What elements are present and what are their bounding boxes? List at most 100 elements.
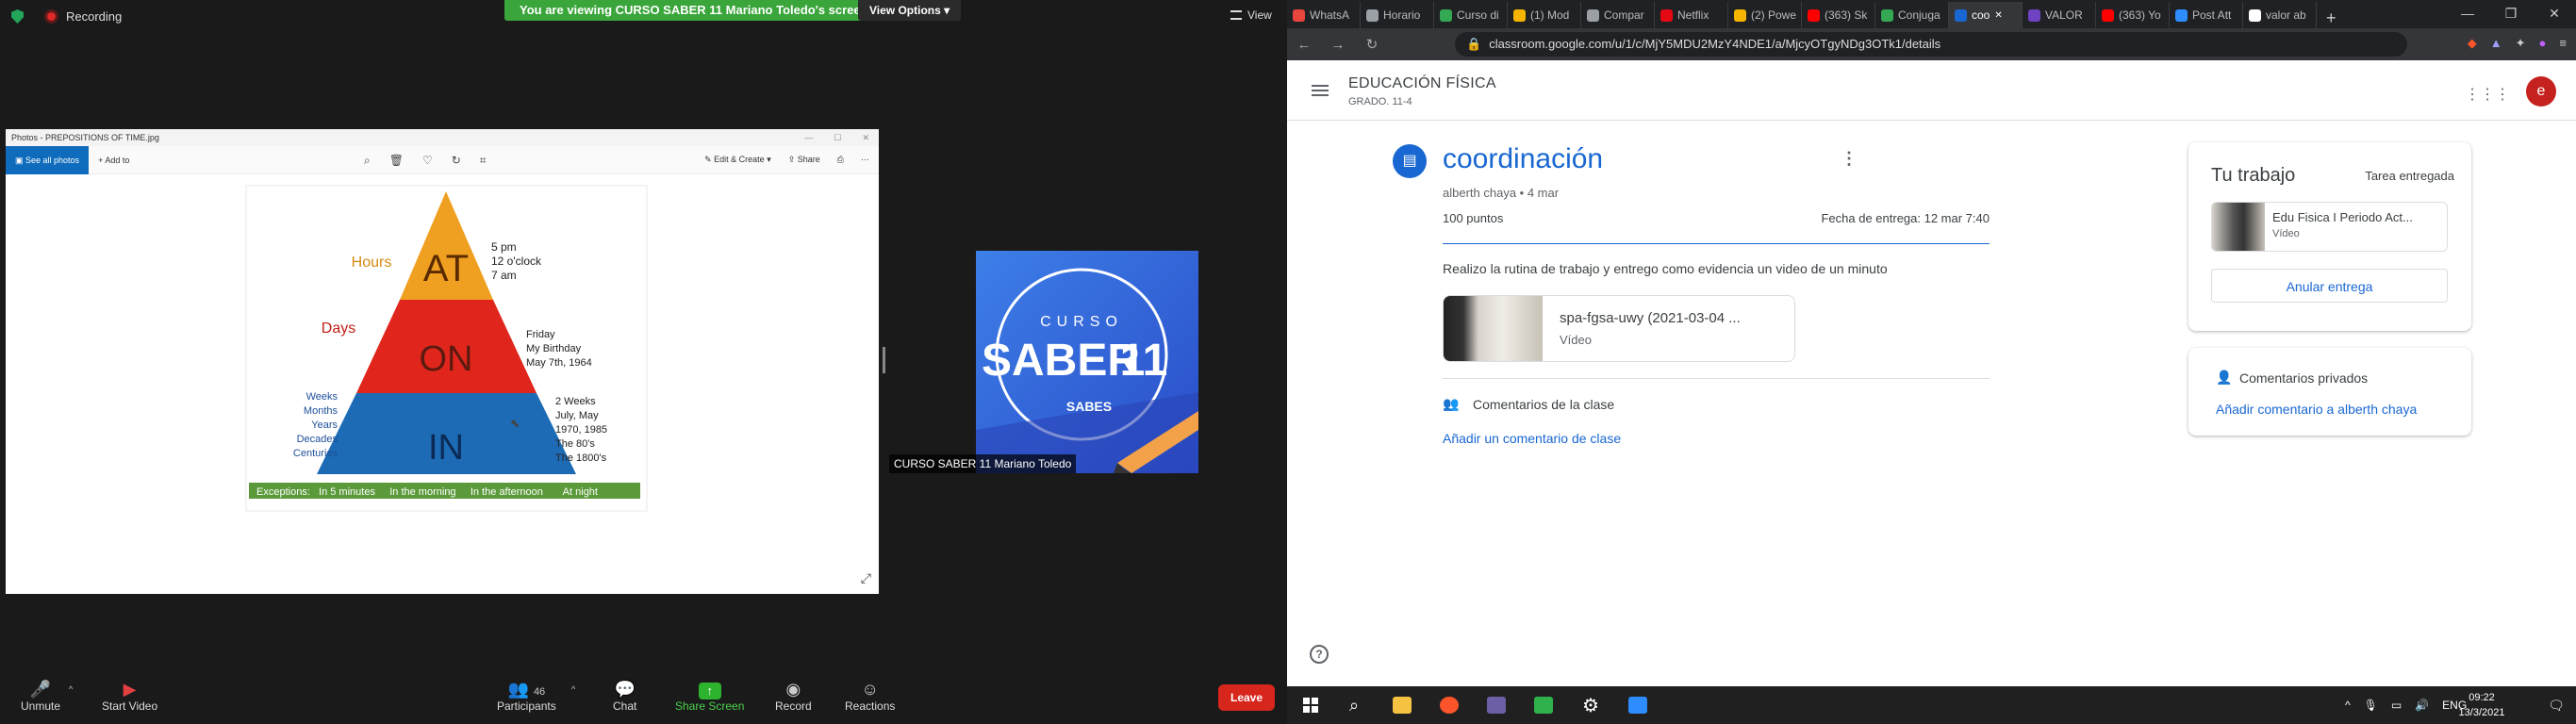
- participants-button[interactable]: 👥 46 Participants: [497, 679, 556, 713]
- browser-tab[interactable]: coo ✕: [1949, 2, 2023, 28]
- photo-toolbar: ▣ See all photos + Add to ⌕ 🗑 ♡ ↻ ⌗ ✎ Ed…: [6, 145, 879, 174]
- splitter-handle[interactable]: [883, 347, 885, 373]
- cursor-icon: ⬉: [510, 417, 520, 430]
- new-tab-button[interactable]: +: [2317, 8, 2346, 28]
- reload-icon[interactable]: ↻: [1355, 36, 1389, 53]
- more-options-icon[interactable]: ⋮: [1841, 149, 1858, 169]
- edit-create-button[interactable]: ✎ Edit & Create ▾: [704, 155, 771, 165]
- record-button[interactable]: ◉ Record: [775, 679, 812, 713]
- add-private-comment-link[interactable]: Añadir comentario a alberth chaya: [2216, 402, 2417, 417]
- attachment-card[interactable]: spa-fgsa-uwy (2021-03-04 ... Vídeo: [1443, 295, 1795, 362]
- see-all-photos-button[interactable]: ▣ See all photos: [6, 145, 90, 174]
- chat-button[interactable]: 💬 Chat: [613, 679, 636, 713]
- hours-label: Hours: [352, 255, 392, 271]
- browser-tab[interactable]: valor ab: [2243, 2, 2317, 28]
- notifications-icon[interactable]: 🗨: [2535, 686, 2576, 724]
- clock[interactable]: 09:22 13/3/2021: [2449, 690, 2515, 720]
- extensions-icon[interactable]: ✦: [2516, 36, 2526, 51]
- browser-tab[interactable]: Post Att: [2170, 2, 2243, 28]
- prepositions-of-time-diagram: AT ON IN Hours Days Weeks Months Years Deca…: [245, 185, 648, 512]
- at-label: AT: [423, 248, 469, 289]
- start-video-button[interactable]: ▶ Start Video: [102, 679, 157, 713]
- browser-tab[interactable]: Conjuga: [1875, 2, 1949, 28]
- avatar[interactable]: e: [2526, 76, 2556, 107]
- browser-tab[interactable]: Compar: [1581, 2, 1655, 28]
- due-date: Fecha de entrega: 12 mar 7:40: [1821, 211, 1990, 225]
- course-name[interactable]: EDUCACIÓN FÍSICA: [1348, 75, 1496, 92]
- file-explorer-icon[interactable]: [1380, 686, 1424, 724]
- add-to-button[interactable]: + Add to: [98, 156, 129, 165]
- microphone-icon[interactable]: 🎙: [2364, 699, 2378, 712]
- assignment-icon: ▤: [1393, 144, 1427, 178]
- delete-icon[interactable]: 🗑: [389, 154, 404, 168]
- more-icon[interactable]: ···: [861, 155, 869, 165]
- apps-grid-icon[interactable]: ⋮⋮⋮: [2465, 85, 2510, 104]
- classroom-header: EDUCACIÓN FÍSICA GRADO. 11-4 ⋮⋮⋮ e: [1287, 60, 2576, 121]
- minimize-icon[interactable]: —: [804, 129, 813, 146]
- url-input[interactable]: 🔒 classroom.google.com/u/1/c/MjY5MDU2MzY4…: [1455, 32, 2407, 57]
- class-comments-title: Comentarios de la clase: [1473, 397, 1615, 412]
- browser-tab[interactable]: (363) Sk: [1802, 2, 1875, 28]
- browser-tab[interactable]: (363) Yo: [2096, 2, 2170, 28]
- forward-icon[interactable]: →: [1321, 37, 1355, 53]
- submitted-work-item[interactable]: Edu Fisica I Periodo Act... Vídeo: [2211, 202, 2448, 252]
- heart-icon[interactable]: ♡: [422, 154, 433, 168]
- mic-muted-icon: 🎤: [29, 680, 52, 699]
- help-icon[interactable]: ?: [1310, 645, 1329, 664]
- hamburger-icon[interactable]: [1312, 85, 1329, 96]
- profile-icon[interactable]: ●: [2539, 36, 2547, 51]
- browser-tab[interactable]: (2) Powe: [1728, 2, 1802, 28]
- browser-tab[interactable]: Curso di: [1434, 2, 1508, 28]
- participants-icon: 👥: [507, 680, 529, 699]
- rotate-icon[interactable]: ↻: [452, 154, 461, 168]
- search-icon[interactable]: ⌕: [1332, 686, 1376, 724]
- maximize-icon[interactable]: ☐: [834, 129, 841, 146]
- leave-button[interactable]: Leave: [1218, 684, 1275, 711]
- view-options-button[interactable]: View Options ▾: [858, 0, 962, 21]
- back-icon[interactable]: ←: [1287, 37, 1321, 53]
- brave-shield-icon[interactable]: ◆: [2468, 36, 2477, 51]
- participants-caret[interactable]: ^: [571, 684, 575, 694]
- unsubmit-button[interactable]: Anular entrega: [2211, 269, 2448, 303]
- brave-browser-icon[interactable]: [1428, 686, 1471, 724]
- start-button[interactable]: [1289, 686, 1332, 724]
- unmute-button[interactable]: 🎤 Unmute: [21, 679, 60, 713]
- crop-icon[interactable]: ⌗: [480, 154, 487, 168]
- print-icon[interactable]: ⎙: [837, 155, 844, 165]
- browser-tab[interactable]: Netflix: [1655, 2, 1728, 28]
- rewards-icon[interactable]: ▲: [2490, 36, 2502, 51]
- left-in-text: Centuries: [293, 448, 339, 459]
- browser-tab[interactable]: WhatsA: [1287, 2, 1361, 28]
- browser-tab[interactable]: Horario: [1361, 2, 1434, 28]
- favicon-icon: [1955, 8, 1967, 22]
- view-button[interactable]: View: [1230, 8, 1272, 22]
- expand-icon[interactable]: ⤢: [861, 570, 871, 586]
- add-class-comment-link[interactable]: Añadir un comentario de clase: [1443, 431, 1621, 446]
- close-icon[interactable]: ✕: [2533, 0, 2576, 26]
- browser-tab[interactable]: (1) Mod: [1508, 2, 1581, 28]
- status-badge: Tarea entregada: [2365, 169, 2454, 183]
- zoom-app-icon[interactable]: [1616, 686, 1660, 724]
- restore-icon[interactable]: ❐: [2489, 0, 2533, 26]
- settings-gear-icon[interactable]: ⚙: [1569, 686, 1612, 724]
- browser-tab[interactable]: VALOR: [2023, 2, 2096, 28]
- zoom-icon[interactable]: ⌕: [364, 154, 371, 168]
- menu-icon[interactable]: ≡: [2559, 36, 2567, 51]
- camtasia-icon[interactable]: [1522, 686, 1565, 724]
- on-label: ON: [420, 339, 473, 379]
- audio-options-caret[interactable]: ^: [69, 684, 73, 694]
- in-items-text: The 1800's: [555, 452, 607, 464]
- volume-icon[interactable]: 🔊: [2415, 699, 2429, 712]
- network-icon[interactable]: ▭: [2391, 699, 2402, 712]
- favicon-icon: [1440, 8, 1452, 22]
- chevron-up-icon[interactable]: ^: [2345, 699, 2351, 712]
- app-icon[interactable]: [1475, 686, 1518, 724]
- close-icon[interactable]: ✕: [862, 129, 869, 146]
- minimize-icon[interactable]: —: [2446, 0, 2489, 26]
- in-items-text: 1970, 1985: [555, 424, 607, 436]
- close-tab-icon[interactable]: ✕: [1994, 10, 2002, 21]
- share-button[interactable]: ⇪ Share: [788, 155, 820, 165]
- reactions-button[interactable]: ☺ Reactions: [845, 679, 895, 713]
- share-screen-button[interactable]: ↑ Share Screen: [675, 679, 744, 713]
- tab-strip: WhatsA Horario Curso di (1) Mod Compar Netfli…: [1287, 0, 2576, 28]
